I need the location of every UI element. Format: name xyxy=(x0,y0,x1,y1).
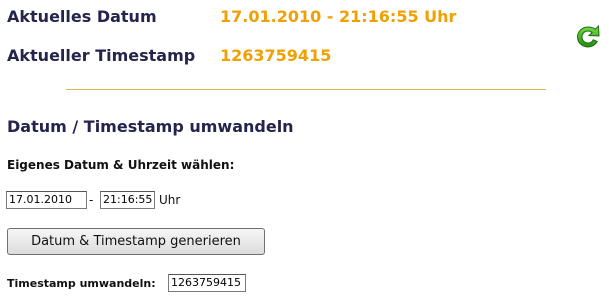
current-date-label: Aktuelles Datum xyxy=(7,7,157,26)
time-input[interactable] xyxy=(100,191,155,209)
refresh-arrow-icon xyxy=(576,24,600,48)
date-time-separator: - xyxy=(89,193,94,207)
current-date-value: 17.01.2010 - 21:16:55 Uhr xyxy=(220,7,457,26)
date-input[interactable] xyxy=(6,191,87,209)
timestamp-input[interactable] xyxy=(168,274,246,292)
section-title: Datum / Timestamp umwandeln xyxy=(7,117,294,136)
custom-datetime-label: Eigenes Datum & Uhrzeit wählen: xyxy=(7,158,235,172)
refresh-button[interactable] xyxy=(574,24,602,50)
current-timestamp-label: Aktueller Timestamp xyxy=(7,46,196,65)
current-timestamp-value: 1263759415 xyxy=(220,46,332,65)
convert-timestamp-label: Timestamp umwandeln: xyxy=(7,277,156,290)
generate-button[interactable]: Datum & Timestamp generieren xyxy=(7,228,265,255)
time-unit-label: Uhr xyxy=(159,193,181,207)
section-divider xyxy=(66,89,546,90)
